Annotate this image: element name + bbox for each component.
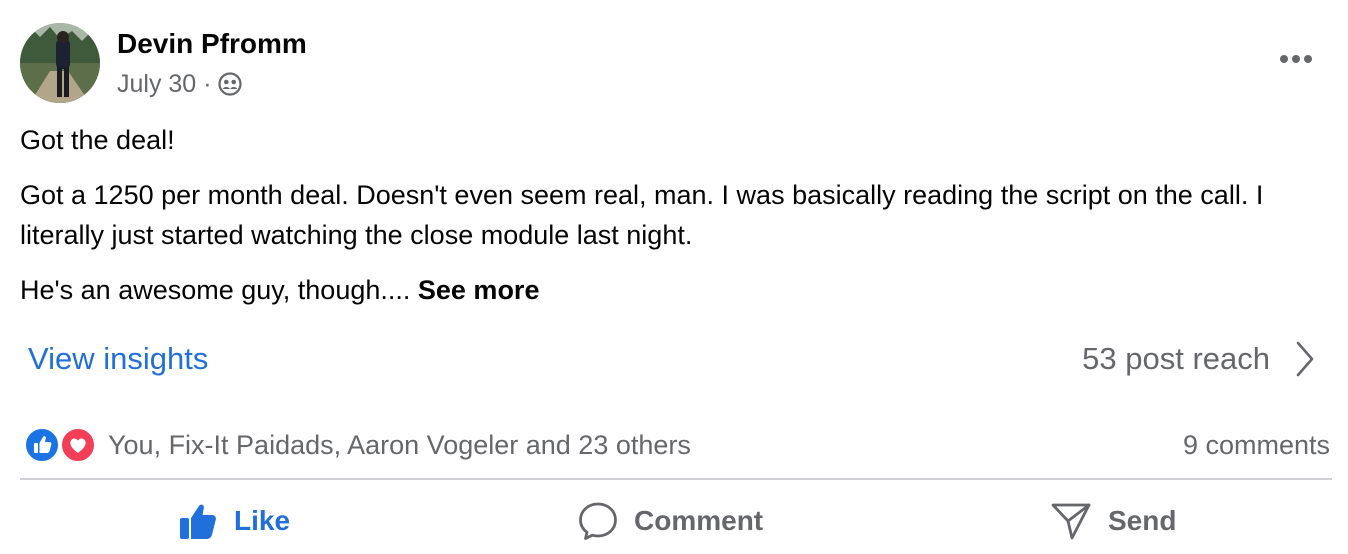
send-label: Send — [1108, 505, 1177, 536]
post-text-paragraph: Got the deal! — [20, 125, 175, 155]
post-reach-button[interactable]: 53 post reach — [1082, 335, 1318, 383]
friends-icon[interactable] — [217, 72, 242, 96]
chevron-right-icon — [1292, 339, 1318, 379]
comment-button[interactable]: Comment — [578, 492, 763, 550]
post-reach-label: 53 post reach — [1082, 341, 1270, 376]
more-dots-icon[interactable] — [1272, 44, 1320, 74]
author-name[interactable]: Devin Pfromm — [117, 27, 307, 61]
like-reaction-icon — [24, 427, 60, 463]
view-insights-link[interactable]: View insights — [28, 338, 208, 380]
avatar[interactable] — [20, 23, 100, 103]
send-arrow-icon — [1051, 503, 1091, 540]
like-label: Like — [234, 505, 291, 536]
post-date[interactable]: July 30 — [117, 70, 196, 99]
post-text-paragraph: Got a 1250 per month deal. Doesn't even … — [20, 180, 1264, 250]
like-button[interactable]: Like — [178, 492, 290, 550]
like-thumb-icon — [180, 504, 216, 539]
love-reaction-icon — [60, 427, 96, 463]
post-text-paragraph: He's an awesome guy, though.... See more — [20, 270, 1320, 310]
post-card: Devin Pfromm July 30 · Got the deal! Got… — [0, 0, 1348, 554]
meta-separator: · — [203, 69, 212, 98]
post-meta: July 30 · — [117, 68, 242, 100]
comment-label: Comment — [634, 505, 764, 536]
send-button[interactable]: Send — [1050, 492, 1176, 550]
see-more-link[interactable]: See more — [418, 275, 540, 305]
reactions-summary[interactable]: You, Fix-It Paidads, Aaron Vogeler and 2… — [24, 425, 691, 465]
reaction-icons — [24, 426, 98, 464]
post-text-truncated: He's an awesome guy, though.... — [20, 275, 418, 305]
action-divider — [20, 478, 1332, 480]
comment-bubble-icon — [579, 502, 617, 540]
post-action-bar: Like Comment Send — [20, 492, 1332, 550]
comments-count-link[interactable]: 9 comments — [1183, 425, 1330, 465]
reaction-names: You, Fix-It Paidads, Aaron Vogeler and 2… — [108, 429, 691, 460]
avatar-photo — [20, 23, 100, 103]
